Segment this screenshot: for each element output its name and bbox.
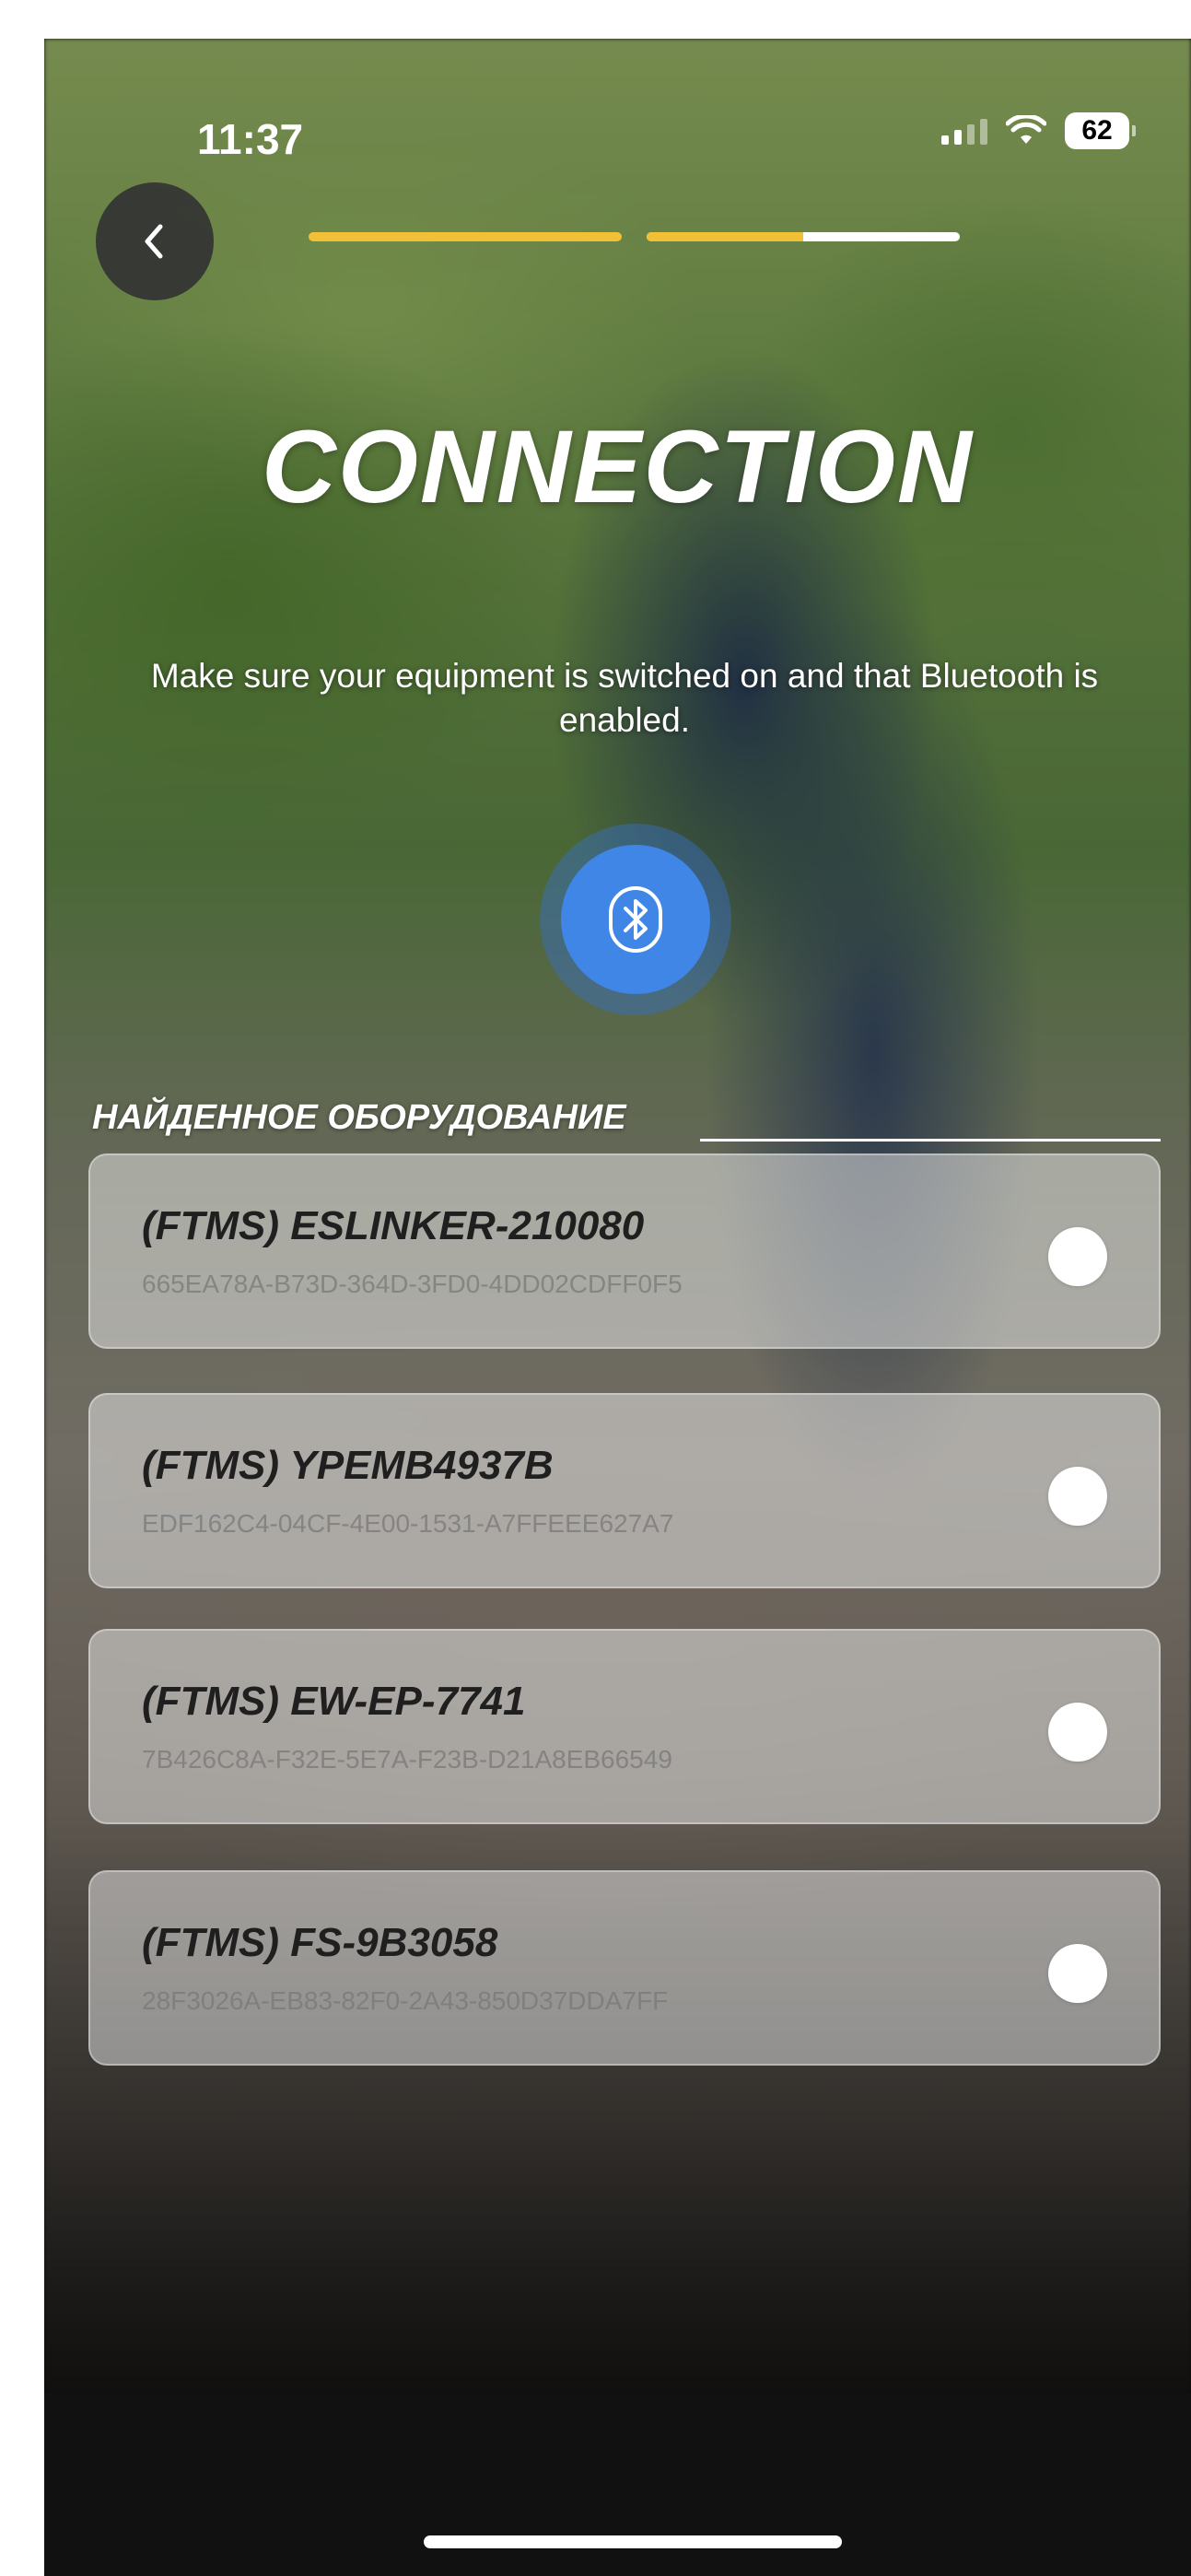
chevron-left-icon bbox=[145, 224, 163, 259]
found-equipment-label: НАЙДЕННОЕ ОБОРУДОВАНИЕ bbox=[92, 1098, 626, 1137]
page-title: CONNECTION bbox=[262, 409, 974, 524]
battery-icon: 62 bbox=[1065, 112, 1136, 149]
page-subtitle: Make sure your equipment is switched on … bbox=[150, 657, 1099, 739]
progress-step-2 bbox=[647, 232, 960, 241]
bottom-bar bbox=[44, 2394, 1191, 2576]
device-id: 665EA78A-B73D-364D-3FD0-4DD02CDFF0F5 bbox=[142, 1270, 683, 1298]
battery-level: 62 bbox=[1065, 112, 1129, 149]
section-divider bbox=[700, 1139, 1161, 1142]
device-name: (FTMS) FS-9B3058 bbox=[142, 1920, 498, 1965]
device-card[interactable]: (FTMS) FS-9B3058 28F3026A-EB83-82F0-2A43… bbox=[88, 1870, 1161, 2066]
bluetooth-icon bbox=[609, 886, 662, 953]
signal-icon bbox=[941, 117, 987, 145]
device-id: EDF162C4-04CF-4E00-1531-A7FFEEE627A7 bbox=[142, 1509, 674, 1538]
device-name: (FTMS) ESLINKER-210080 bbox=[142, 1203, 645, 1248]
device-name: (FTMS) YPEMB4937B bbox=[142, 1443, 554, 1488]
device-radio[interactable] bbox=[1048, 1467, 1107, 1526]
home-indicator[interactable] bbox=[424, 2535, 842, 2548]
bluetooth-scan-button[interactable] bbox=[540, 824, 731, 1015]
device-radio[interactable] bbox=[1048, 1703, 1107, 1762]
back-button[interactable] bbox=[96, 182, 214, 300]
device-card[interactable]: (FTMS) YPEMB4937B EDF162C4-04CF-4E00-153… bbox=[88, 1393, 1161, 1588]
device-radio[interactable] bbox=[1048, 1227, 1107, 1286]
wifi-icon bbox=[1006, 115, 1046, 144]
device-name: (FTMS) EW-EP-7741 bbox=[142, 1679, 526, 1724]
progress-step-1 bbox=[309, 232, 622, 241]
status-icons: 62 bbox=[941, 112, 1136, 149]
device-card[interactable]: (FTMS) ESLINKER-210080 665EA78A-B73D-364… bbox=[88, 1153, 1161, 1349]
device-radio[interactable] bbox=[1048, 1944, 1107, 2003]
status-time: 11:37 bbox=[197, 115, 304, 163]
device-id: 7B426C8A-F32E-5E7A-F23B-D21A8EB66549 bbox=[142, 1745, 672, 1774]
device-card[interactable]: (FTMS) EW-EP-7741 7B426C8A-F32E-5E7A-F23… bbox=[88, 1629, 1161, 1824]
progress-step-2-fill bbox=[647, 232, 803, 241]
app-screen: 11:37 62 CONNECTION Make sure your equip… bbox=[44, 39, 1191, 2576]
device-id: 28F3026A-EB83-82F0-2A43-850D37DDA7FF bbox=[142, 1986, 669, 2015]
